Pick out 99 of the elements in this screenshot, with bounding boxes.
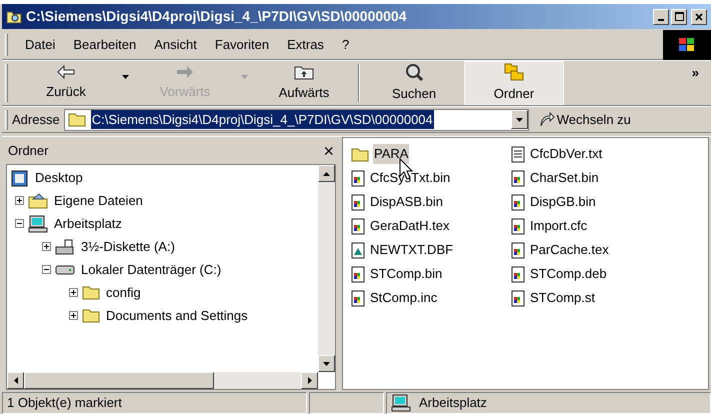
- scroll-down-button[interactable]: [318, 355, 335, 372]
- text-file-icon: [511, 146, 525, 162]
- plus-icon: [70, 289, 77, 296]
- search-icon: [405, 62, 423, 81]
- file-name[interactable]: CharSet.bin: [529, 168, 600, 188]
- file-name[interactable]: DispASB.bin: [369, 192, 444, 212]
- file-icon: [351, 242, 365, 258]
- down-arrow-icon: [323, 362, 330, 366]
- minus-icon: [43, 266, 50, 273]
- file-icon: [511, 170, 525, 186]
- folder-icon: [82, 308, 100, 323]
- dropdown-button[interactable]: [510, 110, 528, 129]
- plus-icon: [16, 197, 23, 204]
- file-name[interactable]: PARA: [373, 144, 410, 164]
- hard-drive-icon: [55, 264, 75, 276]
- address-label: Adresse: [12, 110, 60, 129]
- floppy-drive-icon: [55, 238, 75, 254]
- folder-search-icon: [6, 8, 22, 24]
- more-chevron[interactable]: »: [692, 63, 699, 82]
- file-name[interactable]: StComp.inc: [369, 288, 438, 308]
- computer-icon: [28, 214, 48, 232]
- expand-toggle[interactable]: [42, 242, 51, 251]
- folder-icon: [68, 112, 86, 127]
- scroll-up-button[interactable]: [318, 165, 335, 182]
- tree-item[interactable]: config: [104, 286, 143, 299]
- tree-item[interactable]: Eigene Dateien: [52, 194, 145, 207]
- right-arrow-icon: [308, 377, 312, 384]
- maximize-icon: [674, 12, 684, 21]
- desktop-icon: [11, 168, 29, 186]
- folder-icon: [28, 192, 48, 208]
- folder-icon: [351, 146, 369, 162]
- tree-item[interactable]: Arbeitsplatz: [52, 217, 124, 230]
- file-name[interactable]: STComp.deb: [529, 264, 608, 284]
- file-icon: [351, 290, 365, 306]
- caret-icon: [516, 118, 523, 122]
- file-name[interactable]: STComp.st: [529, 288, 596, 308]
- file-name[interactable]: NEWTXT.DBF: [369, 240, 454, 260]
- close-pane-button[interactable]: ×: [323, 142, 334, 160]
- file-icon: [511, 290, 525, 306]
- menu-item[interactable]: Datei: [16, 34, 64, 54]
- left-arrow-icon: [14, 377, 18, 384]
- menu-item[interactable]: ?: [332, 34, 358, 54]
- dropdown-arrow-icon[interactable]: [122, 75, 129, 79]
- file-icon: [511, 242, 525, 258]
- close-icon: [695, 12, 703, 20]
- maximize-button[interactable]: [671, 8, 687, 24]
- file-name[interactable]: STComp.bin: [369, 264, 444, 284]
- menu-item[interactable]: Bearbeiten: [64, 34, 146, 54]
- collapse-toggle[interactable]: [42, 265, 51, 274]
- toolbar-button[interactable]: Zurück: [16, 61, 116, 105]
- pane-title: Ordner: [8, 142, 48, 160]
- file-name[interactable]: CfcSysTxt.bin: [369, 168, 452, 188]
- plus-icon: [70, 312, 77, 319]
- tree-item[interactable]: Desktop: [33, 171, 85, 184]
- file-icon: [351, 194, 365, 210]
- file-icon: [351, 218, 365, 234]
- collapse-toggle[interactable]: [15, 219, 24, 228]
- file-name[interactable]: ParCache.tex: [529, 240, 610, 260]
- minimize-button[interactable]: [653, 8, 669, 24]
- file-icon: [511, 194, 525, 210]
- window-title: C:\Siemens\Digsi4\D4proj\Digsi_4_\P7DI\GV\SD\00000004: [26, 7, 407, 26]
- address-field[interactable]: C:\Siemens\Digsi4\D4proj\Digsi_4_\P7DI\GV\SD\00000004: [64, 108, 529, 130]
- back-arrow-icon: [57, 64, 75, 79]
- minus-icon: [16, 220, 23, 227]
- file-icon: [511, 266, 525, 282]
- status-text: Arbeitsplatz: [419, 394, 487, 412]
- tree-item[interactable]: Lokaler Datenträger (C:): [79, 263, 224, 276]
- close-button[interactable]: [691, 8, 707, 24]
- scroll-left-button[interactable]: [7, 372, 24, 389]
- menu-item[interactable]: Extras: [278, 34, 333, 54]
- scroll-right-button[interactable]: [301, 372, 318, 389]
- file-name[interactable]: CfcDbVer.txt: [529, 144, 604, 164]
- folders-icon: [504, 62, 524, 81]
- forward-arrow-icon: [176, 64, 194, 79]
- toolbar-button[interactable]: Aufwärts: [254, 61, 354, 105]
- toolbar-button[interactable]: Suchen: [364, 61, 464, 105]
- go-button[interactable]: Wechseln zu: [538, 110, 631, 130]
- file-name[interactable]: Import.cfc: [529, 216, 588, 236]
- plus-icon: [43, 243, 50, 250]
- file-name[interactable]: DispGB.bin: [529, 192, 597, 212]
- up-folder-icon: [294, 64, 314, 80]
- menu-item[interactable]: Ansicht: [145, 34, 206, 54]
- expand-toggle[interactable]: [69, 288, 78, 297]
- tree-item[interactable]: 3½-Diskette (A:): [79, 240, 177, 253]
- up-arrow-icon: [323, 172, 330, 176]
- expand-toggle[interactable]: [69, 311, 78, 320]
- file-icon: [511, 218, 525, 234]
- folder-icon: [82, 285, 100, 300]
- windows-logo: [678, 36, 696, 52]
- file-name[interactable]: GeraDatH.tex: [369, 216, 450, 236]
- go-arrow-icon: [538, 112, 555, 128]
- menu-item[interactable]: Favoriten: [206, 34, 278, 54]
- file-icon: [351, 266, 365, 282]
- status-text: 1 Objekt(e) markiert: [7, 394, 122, 412]
- tree-item[interactable]: Documents and Settings: [104, 309, 250, 322]
- minimize-icon: [658, 18, 664, 20]
- toolbar-button[interactable]: Ordner: [464, 61, 564, 105]
- expand-toggle[interactable]: [15, 196, 24, 205]
- file-icon: [351, 170, 365, 186]
